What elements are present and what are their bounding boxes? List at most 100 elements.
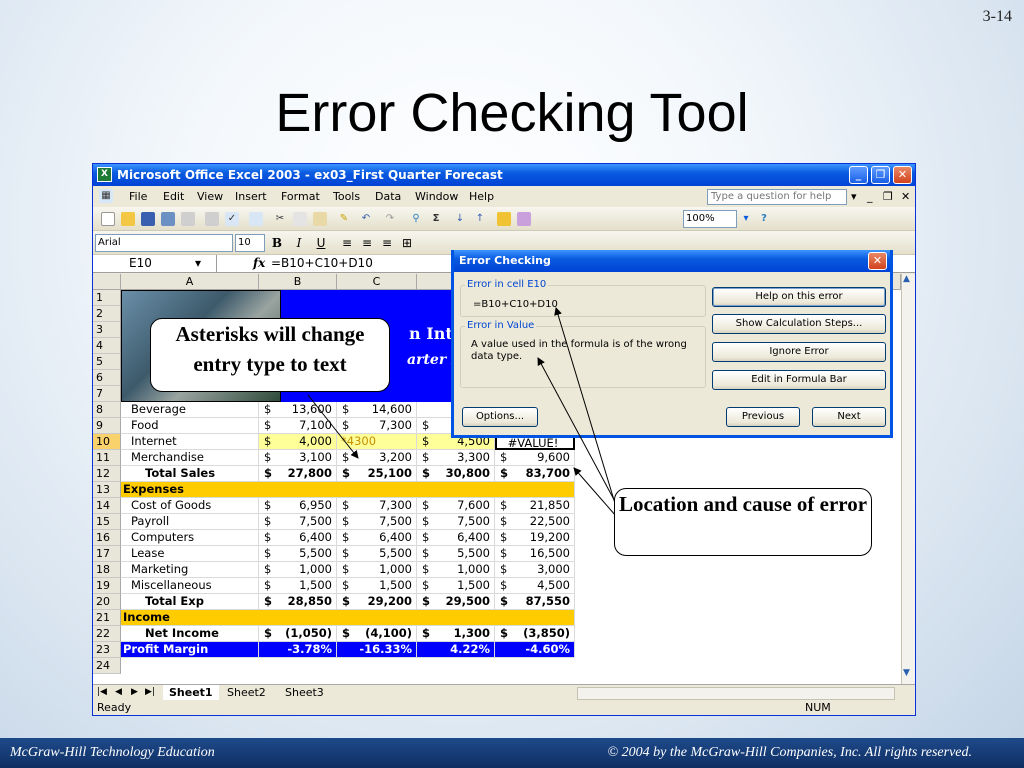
font-size-select[interactable]: 10 xyxy=(235,234,265,252)
help-search-input[interactable]: Type a question for help xyxy=(707,189,847,205)
cell-e17[interactable]: 16,500 $ xyxy=(495,546,575,562)
redo-icon[interactable]: ↷ xyxy=(383,212,397,226)
new-icon[interactable] xyxy=(101,212,115,226)
cell-b14[interactable]: 6,950 $ xyxy=(259,498,337,514)
help-dropdown-icon[interactable]: ▾ xyxy=(851,190,857,203)
menu-window[interactable]: Window xyxy=(415,190,458,203)
cell-d19[interactable]: 1,500 $ xyxy=(417,578,495,594)
cell-b17[interactable]: 5,500 $ xyxy=(259,546,337,562)
doc-restore-icon[interactable]: ❐ xyxy=(883,190,893,203)
font-name-select[interactable]: Arial xyxy=(95,234,233,252)
row-header[interactable]: 4 xyxy=(93,338,121,354)
restore-button[interactable]: ❐ xyxy=(871,166,890,184)
row-header[interactable]: 19 xyxy=(93,578,121,594)
cell-b12[interactable]: 27,800 $ xyxy=(259,466,337,482)
save-icon[interactable] xyxy=(141,212,155,226)
cell-b15[interactable]: 7,500 $ xyxy=(259,514,337,530)
cell-b18[interactable]: 1,000 $ xyxy=(259,562,337,578)
cell-e19[interactable]: 4,500 $ xyxy=(495,578,575,594)
sheet-tab-2[interactable]: Sheet2 xyxy=(221,685,272,700)
cell-e12[interactable]: 83,700 $ xyxy=(495,466,575,482)
vertical-scrollbar[interactable]: ▲ ▼ xyxy=(901,274,915,684)
row-header[interactable]: 14 xyxy=(93,498,121,514)
cell-d22[interactable]: 1,300 $ xyxy=(417,626,495,642)
cell-d20[interactable]: 29,500 $ xyxy=(417,594,495,610)
next-sheet-icon[interactable]: ▶ xyxy=(131,687,138,697)
menu-help[interactable]: Help xyxy=(469,190,494,203)
column-header-c[interactable]: C xyxy=(337,274,417,290)
cell-c20[interactable]: 29,200 $ xyxy=(337,594,417,610)
cell-e15[interactable]: 22,500 $ xyxy=(495,514,575,530)
options-button[interactable]: Options... xyxy=(462,407,538,427)
row-header[interactable]: 18 xyxy=(93,562,121,578)
show-calculation-steps-button[interactable]: Show Calculation Steps... xyxy=(712,314,886,334)
doc-close-icon[interactable]: ✕ xyxy=(901,190,910,203)
cell-e23[interactable]: -4.60% xyxy=(495,642,575,658)
dialog-close-button[interactable]: ✕ xyxy=(868,252,887,270)
cell-b9[interactable]: 7,100 $ xyxy=(259,418,337,434)
cell-c23[interactable]: -16.33% xyxy=(337,642,417,658)
zoom-dropdown-icon[interactable]: ▾ xyxy=(739,212,753,226)
menu-format[interactable]: Format xyxy=(281,190,320,203)
row-header[interactable]: 16 xyxy=(93,530,121,546)
cell-b20[interactable]: 28,850 $ xyxy=(259,594,337,610)
previous-button[interactable]: Previous xyxy=(726,407,800,427)
menu-view[interactable]: View xyxy=(197,190,223,203)
last-sheet-icon[interactable]: ▶| xyxy=(145,687,155,697)
row-header[interactable]: 5 xyxy=(93,354,121,370)
cell-e18[interactable]: 3,000 $ xyxy=(495,562,575,578)
menu-tools[interactable]: Tools xyxy=(333,190,360,203)
cell-c12[interactable]: 25,100 $ xyxy=(337,466,417,482)
cell-d18[interactable]: 1,000 $ xyxy=(417,562,495,578)
row-header[interactable]: 24 xyxy=(93,658,121,674)
cell-d16[interactable]: 6,400 $ xyxy=(417,530,495,546)
cell-e16[interactable]: 19,200 $ xyxy=(495,530,575,546)
horizontal-scrollbar[interactable] xyxy=(577,687,895,700)
print-icon[interactable] xyxy=(181,212,195,226)
menu-file[interactable]: File xyxy=(129,190,147,203)
edit-in-formula-bar-button[interactable]: Edit in Formula Bar xyxy=(712,370,886,390)
row-header[interactable]: 17 xyxy=(93,546,121,562)
name-box[interactable]: E10 ▾ xyxy=(93,255,217,273)
row-header[interactable]: 6 xyxy=(93,370,121,386)
cell-c18[interactable]: 1,000 $ xyxy=(337,562,417,578)
row-header[interactable]: 9 xyxy=(93,418,121,434)
align-left-icon[interactable]: ≡ xyxy=(339,235,355,251)
help-on-error-button[interactable]: Help on this error xyxy=(712,287,886,307)
merge-center-icon[interactable]: ⊞ xyxy=(399,235,415,251)
cell-b8[interactable]: 13,600 $ xyxy=(259,402,337,418)
align-right-icon[interactable]: ≡ xyxy=(379,235,395,251)
sort-descending-icon[interactable]: ↑ xyxy=(473,212,487,226)
cell-d15[interactable]: 7,500 $ xyxy=(417,514,495,530)
align-center-icon[interactable]: ≡ xyxy=(359,235,375,251)
cell-b16[interactable]: 6,400 $ xyxy=(259,530,337,546)
menu-insert[interactable]: Insert xyxy=(235,190,267,203)
row-header[interactable]: 3 xyxy=(93,322,121,338)
scroll-down-icon[interactable]: ▼ xyxy=(903,668,910,678)
copy-icon[interactable] xyxy=(293,212,307,226)
formula-input[interactable]: =B10+C10+D10 xyxy=(271,256,373,270)
row-header[interactable]: 1 xyxy=(93,290,121,306)
sheet-tab-3[interactable]: Sheet3 xyxy=(279,685,330,700)
print-preview-icon[interactable] xyxy=(205,212,219,226)
prev-sheet-icon[interactable]: ◀ xyxy=(115,687,122,697)
cell-c16[interactable]: 6,400 $ xyxy=(337,530,417,546)
cell-e20[interactable]: 87,550 $ xyxy=(495,594,575,610)
menu-data[interactable]: Data xyxy=(375,190,401,203)
column-header-a[interactable]: A xyxy=(121,274,259,290)
scroll-up-icon[interactable]: ▲ xyxy=(903,274,910,284)
cell-c22[interactable]: (4,100) $ xyxy=(337,626,417,642)
minimize-button[interactable]: _ xyxy=(849,166,868,184)
underline-button[interactable]: U xyxy=(313,235,329,251)
sort-ascending-icon[interactable]: ↓ xyxy=(453,212,467,226)
cell-e11[interactable]: 9,600 $ xyxy=(495,450,575,466)
help-icon[interactable]: ? xyxy=(757,212,771,226)
cell-d17[interactable]: 5,500 $ xyxy=(417,546,495,562)
cell-b11[interactable]: 3,100 $ xyxy=(259,450,337,466)
hyperlink-icon[interactable]: ⚲ xyxy=(409,212,423,226)
row-header[interactable]: 12 xyxy=(93,466,121,482)
open-icon[interactable] xyxy=(121,212,135,226)
column-header-b[interactable]: B xyxy=(259,274,337,290)
bold-button[interactable]: B xyxy=(269,235,285,251)
first-sheet-icon[interactable]: |◀ xyxy=(97,687,107,697)
